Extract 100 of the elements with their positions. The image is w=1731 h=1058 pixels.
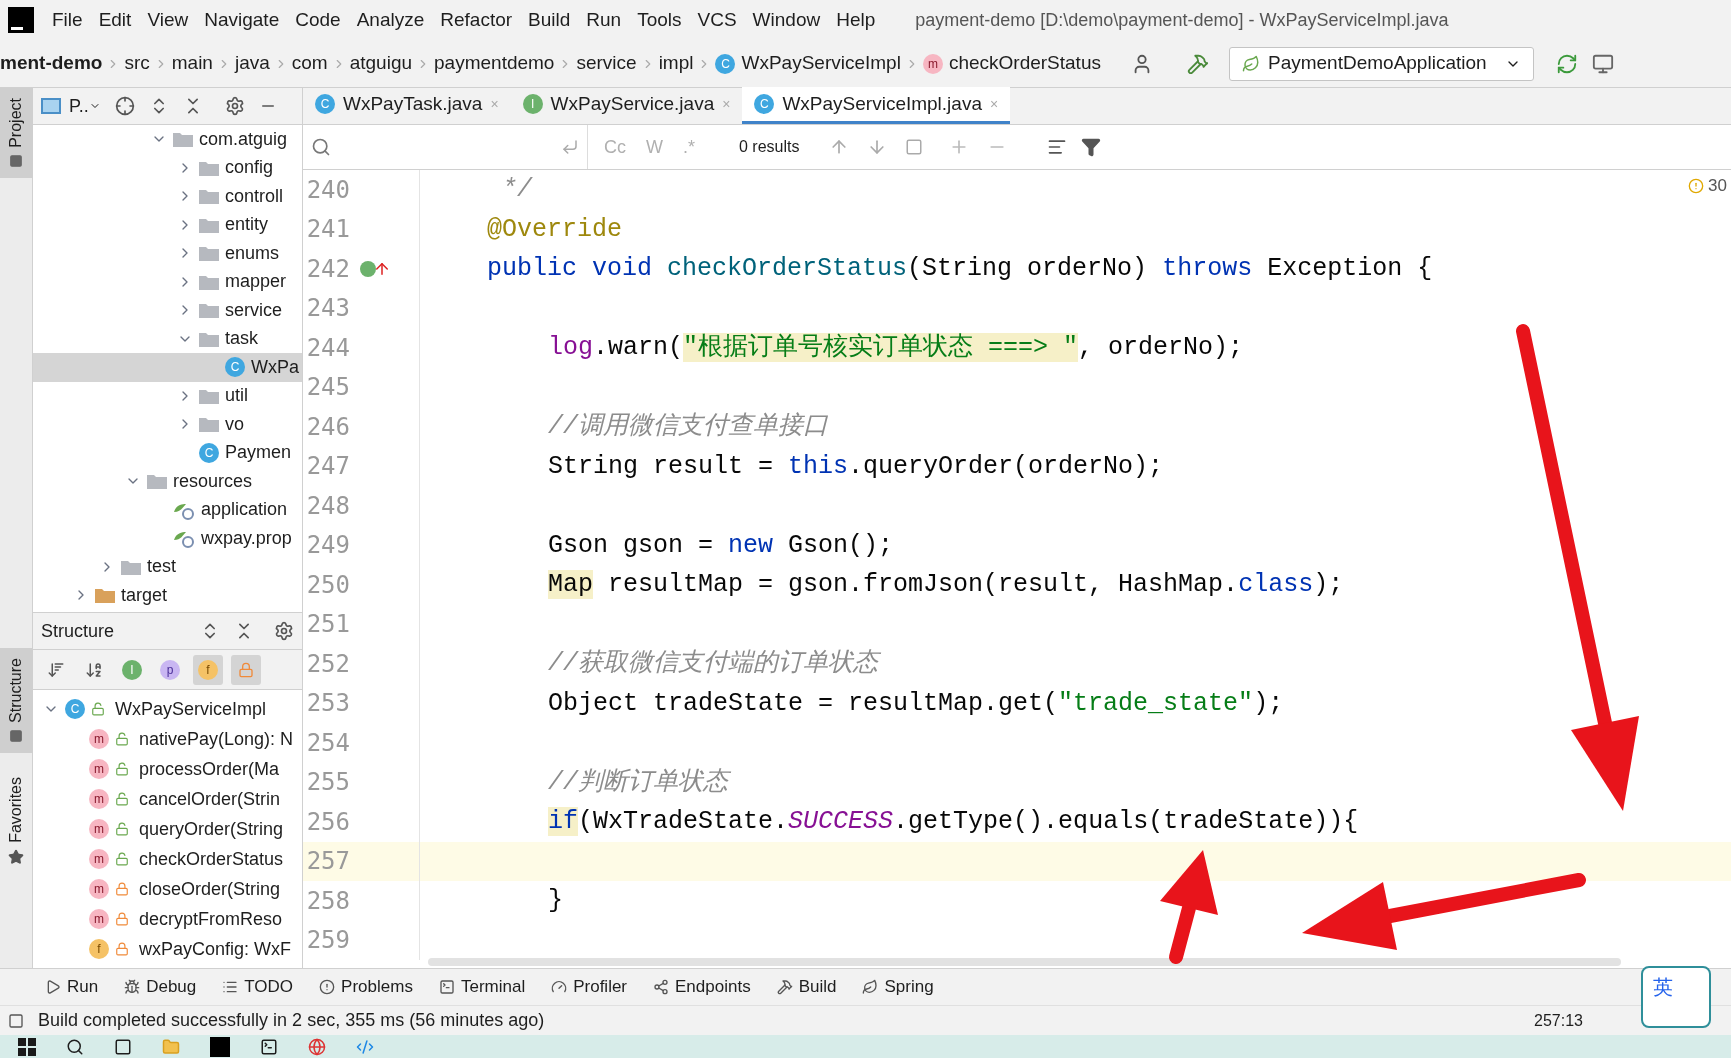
tool-window-button[interactable]: Run bbox=[45, 974, 99, 1000]
menu-item[interactable]: Code bbox=[295, 5, 341, 35]
tree-item[interactable]: util bbox=[33, 381, 302, 410]
folder-icon bbox=[173, 131, 193, 148]
tree-item[interactable]: vo bbox=[33, 410, 302, 439]
tree-item[interactable]: com.atguig bbox=[33, 125, 302, 154]
tree-item[interactable]: application bbox=[33, 495, 302, 524]
tree-label: Paymen bbox=[225, 441, 292, 465]
editor-tab[interactable]: I WxPayService.java × bbox=[510, 87, 743, 124]
tree-item[interactable]: wxpay.prop bbox=[33, 524, 302, 553]
layout-icon[interactable] bbox=[8, 1012, 24, 1029]
breadcrumb[interactable]: m checkOrderStatus bbox=[922, 49, 1101, 78]
breadcrumb[interactable]: atguigu bbox=[349, 49, 413, 78]
structure-item[interactable]: m processOrder(Ma bbox=[33, 754, 302, 784]
view-dropdown[interactable]: P.. bbox=[69, 92, 101, 120]
line-number: 249 bbox=[305, 530, 350, 562]
menu-item[interactable]: Window bbox=[752, 5, 821, 35]
tool-window-button[interactable]: TODO bbox=[222, 974, 294, 1000]
structure-item[interactable]: m nativePay(Long): N bbox=[33, 724, 302, 754]
breadcrumb[interactable]: service bbox=[576, 49, 637, 78]
structure-item[interactable]: m queryOrder(String bbox=[33, 814, 302, 844]
breadcrumb[interactable]: src bbox=[124, 49, 150, 78]
breadcrumb[interactable]: main bbox=[171, 49, 213, 78]
tool-window-button[interactable]: Endpoints bbox=[653, 974, 751, 1000]
tree-item[interactable]: config bbox=[33, 153, 302, 182]
align-icon[interactable] bbox=[1047, 137, 1068, 157]
run-configuration-dropdown[interactable]: PaymentDemoApplication bbox=[1228, 46, 1534, 81]
monitor-icon[interactable] bbox=[1591, 52, 1614, 75]
tree-item[interactable]: controll bbox=[33, 182, 302, 211]
hammer-icon[interactable] bbox=[1186, 52, 1209, 75]
newline-icon[interactable] bbox=[561, 138, 579, 156]
structure-item[interactable]: m decryptFromReso bbox=[33, 904, 302, 934]
menu-item[interactable]: Edit bbox=[98, 5, 132, 35]
breadcrumb[interactable]: C WxPayServiceImpl bbox=[715, 49, 901, 78]
terminal-icon[interactable] bbox=[260, 1037, 278, 1056]
tree-item[interactable]: test bbox=[33, 552, 302, 581]
tree-item[interactable]: service bbox=[33, 296, 302, 325]
settings-icon[interactable] bbox=[274, 621, 294, 641]
menu-item[interactable]: VCS bbox=[697, 5, 737, 35]
select-all-icon[interactable] bbox=[905, 138, 924, 156]
structure-item[interactable]: f wxPayConfig: WxF bbox=[33, 934, 302, 964]
app-icon[interactable] bbox=[210, 1036, 230, 1057]
tree-item[interactable]: C Paymen bbox=[33, 438, 302, 467]
warning-count[interactable]: 30 bbox=[1688, 173, 1727, 199]
menu-item[interactable]: Run bbox=[586, 5, 622, 35]
browser-icon[interactable] bbox=[308, 1037, 326, 1056]
menu-item[interactable]: Analyze bbox=[356, 5, 425, 35]
breadcrumb[interactable]: java bbox=[234, 49, 270, 78]
search-icon[interactable] bbox=[66, 1037, 84, 1056]
badge-icon: m bbox=[89, 729, 109, 749]
tool-window-button[interactable]: Terminal bbox=[438, 974, 526, 1000]
side-tab[interactable]: Structure bbox=[0, 647, 33, 753]
tool-window-button[interactable]: Debug bbox=[124, 974, 197, 1000]
structure-item[interactable]: C WxPayServiceImpl bbox=[33, 694, 302, 724]
breadcrumb[interactable]: com bbox=[291, 49, 328, 78]
tool-window-button[interactable]: Build bbox=[776, 974, 837, 1000]
leaf-icon bbox=[862, 979, 879, 995]
code-icon[interactable] bbox=[356, 1037, 374, 1056]
menu-item[interactable]: Build bbox=[528, 5, 571, 35]
task-view-icon[interactable] bbox=[114, 1037, 132, 1056]
start-icon[interactable] bbox=[18, 1037, 36, 1056]
ime-indicator[interactable]: 英 bbox=[1641, 966, 1711, 1028]
tool-window-button[interactable]: Problems bbox=[319, 974, 413, 1000]
tree-item[interactable]: enums bbox=[33, 239, 302, 268]
editor-tab[interactable]: C WxPayTask.java × bbox=[303, 87, 511, 124]
menu-item[interactable]: Help bbox=[836, 5, 876, 35]
tree-item[interactable]: C WxPa bbox=[33, 353, 302, 382]
tree-item[interactable]: resources bbox=[33, 467, 302, 496]
editor-tab[interactable]: C WxPayServiceImpl.java × bbox=[742, 87, 1011, 124]
tree-item[interactable]: task bbox=[33, 324, 302, 353]
menu-item[interactable]: Navigate bbox=[204, 5, 280, 35]
rerun-icon[interactable] bbox=[1555, 52, 1578, 75]
folder-icon bbox=[199, 416, 219, 433]
caret-position[interactable]: 257:13 bbox=[1534, 1008, 1583, 1033]
line-number: 244 bbox=[305, 332, 350, 364]
tree-item[interactable]: entity bbox=[33, 210, 302, 239]
filter-icon[interactable] bbox=[1081, 137, 1102, 157]
filter-toggle[interactable] bbox=[231, 654, 261, 685]
structure-item[interactable]: m cancelOrder(Strin bbox=[33, 784, 302, 814]
locate-icon[interactable] bbox=[114, 96, 135, 116]
tree-item[interactable]: target bbox=[33, 581, 302, 610]
menu-item[interactable]: Refactor bbox=[440, 5, 513, 35]
implements-icon[interactable] bbox=[360, 259, 391, 278]
side-tab[interactable]: Favorites bbox=[0, 766, 33, 875]
tool-window-button[interactable]: Profiler bbox=[551, 974, 628, 1000]
tree-label: mapper bbox=[225, 270, 287, 294]
structure-item[interactable]: m closeOrder(String bbox=[33, 874, 302, 904]
tree-item[interactable]: mapper bbox=[33, 267, 302, 296]
breadcrumb[interactable]: paymentdemo bbox=[434, 49, 555, 78]
breadcrumb[interactable]: impl bbox=[658, 49, 694, 78]
panel-icon bbox=[9, 728, 23, 743]
tool-window-button[interactable]: Spring bbox=[862, 974, 934, 1000]
breadcrumb[interactable]: ment-demo bbox=[0, 49, 103, 78]
menu-item[interactable]: View bbox=[147, 5, 189, 35]
menu-item[interactable]: File bbox=[52, 5, 83, 35]
menu-item[interactable]: Tools bbox=[637, 5, 682, 35]
horizontal-scrollbar[interactable] bbox=[428, 958, 1621, 966]
structure-item[interactable]: m checkOrderStatus bbox=[33, 844, 302, 874]
settings-icon[interactable] bbox=[224, 96, 245, 116]
side-tab[interactable]: Project bbox=[0, 88, 33, 178]
